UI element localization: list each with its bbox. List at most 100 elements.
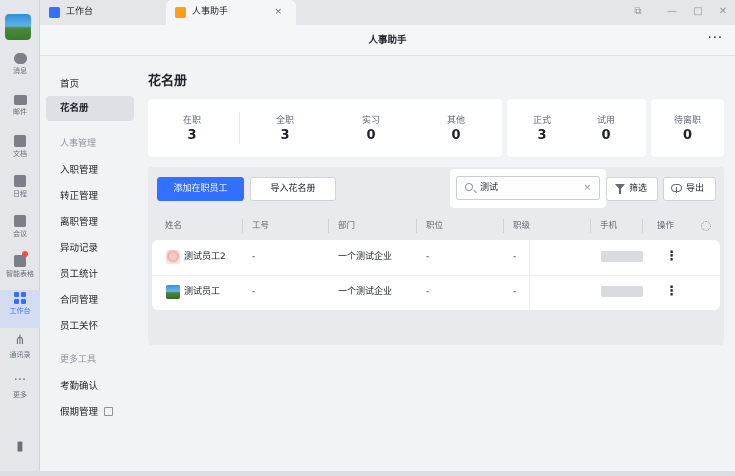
- col-divider: [328, 219, 329, 233]
- row-actions-kebab-icon[interactable]: ⋮: [665, 240, 678, 273]
- workbench-tab-icon: [49, 7, 60, 18]
- maximize-icon[interactable]: □: [687, 0, 709, 25]
- rail-item-meetings[interactable]: 会议: [0, 212, 40, 250]
- org-chart-icon: ⋔: [14, 333, 26, 348]
- add-employee-button[interactable]: 添加在职员工: [157, 177, 244, 201]
- rail-item-more[interactable]: ··· 更多: [0, 372, 40, 410]
- col-divider: [642, 219, 643, 233]
- more-options-icon[interactable]: ···: [708, 25, 723, 53]
- col-divider: [416, 219, 417, 233]
- stat-value: 0: [682, 128, 693, 143]
- cell-employee-id: -: [252, 252, 256, 262]
- cell-phone-redacted: [601, 286, 643, 297]
- user-avatar[interactable]: [5, 14, 31, 40]
- export-label: 导出: [686, 184, 705, 194]
- rail-item-mail[interactable]: 邮件: [0, 92, 40, 130]
- stat-value: 0: [451, 128, 461, 143]
- stat-pending-leave[interactable]: 待离职 0: [651, 99, 724, 157]
- col-level: 职级: [513, 221, 531, 231]
- rail-label: 邮件: [13, 108, 27, 116]
- filter-icon: [615, 184, 625, 194]
- rail-label: 文档: [13, 150, 27, 158]
- export-icon: [671, 184, 682, 193]
- employment-stats-card: 在职 3 全职 3 实习 0 其他 0: [148, 99, 502, 157]
- stat-probation[interactable]: 试用 0: [571, 99, 641, 157]
- col-divider: [503, 219, 504, 233]
- minimize-icon[interactable]: —: [661, 0, 683, 25]
- row-actions-kebab-icon[interactable]: ⋮: [665, 275, 678, 308]
- nav-contracts[interactable]: 合同管理: [46, 288, 134, 313]
- apps-bars-icon: ▮: [16, 439, 24, 454]
- rail-item-apps[interactable]: ▮: [0, 438, 40, 476]
- table-row[interactable]: 测试员工 - 一个测试企业 - - ⋮: [152, 275, 720, 310]
- nav-employee-care[interactable]: 员工关怀: [46, 314, 134, 339]
- rail-item-workbench[interactable]: 工作台: [0, 290, 40, 328]
- cell-level: -: [513, 287, 517, 297]
- cell-position: -: [426, 252, 430, 262]
- stat-other[interactable]: 其他 0: [412, 99, 500, 157]
- column-settings-gear-icon[interactable]: [701, 221, 711, 231]
- col-divider: [242, 219, 243, 233]
- stat-regular[interactable]: 正式 3: [507, 99, 577, 157]
- rail-item-contacts[interactable]: ⋔ 通讯录: [0, 332, 40, 370]
- rail-label: 智能表格: [6, 270, 34, 278]
- col-phone: 手机: [600, 221, 618, 231]
- clear-search-icon[interactable]: ×: [583, 177, 591, 199]
- nav-roster[interactable]: 花名册: [46, 96, 134, 121]
- close-tab-icon[interactable]: ×: [274, 0, 282, 25]
- rail-item-messages[interactable]: 消息: [0, 50, 40, 88]
- cell-name[interactable]: 测试员工2: [184, 240, 226, 275]
- document-icon: [14, 135, 26, 147]
- cell-level: -: [513, 252, 517, 262]
- close-window-icon[interactable]: ✕: [712, 0, 734, 25]
- rail-label: 会议: [13, 230, 27, 238]
- import-roster-button[interactable]: 导入花名册: [250, 177, 336, 201]
- app-rail: 消息 邮件 文档 日程 会议 智能表格 工作台 ⋔ 通讯录 ··· 更多 ▮: [0, 0, 40, 471]
- nav-attendance-confirm[interactable]: 考勤确认: [46, 374, 134, 399]
- col-divider: [590, 219, 591, 233]
- col-employee-id: 工号: [252, 221, 270, 231]
- tab-workbench[interactable]: 工作台: [40, 0, 166, 25]
- rail-item-calendar[interactable]: 日程: [0, 172, 40, 210]
- stat-active[interactable]: 在职 3: [148, 99, 236, 157]
- search-input[interactable]: 测试 ×: [456, 176, 600, 200]
- nav-label: 假期管理: [60, 407, 99, 418]
- nav-offboarding[interactable]: 离职管理: [46, 210, 134, 235]
- stat-intern[interactable]: 实习 0: [327, 99, 415, 157]
- filter-button[interactable]: 筛选: [606, 177, 658, 201]
- filter-label: 筛选: [629, 184, 648, 194]
- rail-label: 日程: [13, 190, 27, 198]
- nav-employee-stats[interactable]: 员工统计: [46, 262, 134, 287]
- stat-label: 试用: [596, 116, 615, 126]
- search-value: 测试: [480, 183, 499, 193]
- cell-name[interactable]: 测试员工: [184, 275, 220, 310]
- nav-onboarding[interactable]: 入职管理: [46, 158, 134, 183]
- pending-leave-stats-card: 待离职 0: [651, 99, 724, 157]
- page-title: 花名册: [148, 74, 188, 89]
- stat-fulltime[interactable]: 全职 3: [241, 99, 329, 157]
- stat-value: 0: [601, 128, 611, 143]
- tab-hr-assistant[interactable]: 人事助手 ×: [166, 0, 296, 25]
- nav-change-records[interactable]: 异动记录: [46, 236, 134, 261]
- rail-label: 更多: [13, 391, 27, 399]
- employee-avatar: [166, 250, 180, 264]
- window-titlebar: 工作台 人事助手 × ⧉ — □ ✕: [40, 0, 735, 25]
- nav-leave-management[interactable]: 假期管理: [46, 400, 134, 425]
- nav-home[interactable]: 首页: [46, 72, 134, 97]
- stat-label: 实习: [361, 116, 380, 126]
- restore-tab-icon[interactable]: ⧉: [627, 0, 649, 25]
- stat-label: 全职: [275, 116, 294, 126]
- rail-label: 通讯录: [9, 351, 31, 359]
- rail-item-smart-sheet[interactable]: 智能表格: [0, 251, 40, 290]
- export-button[interactable]: 导出: [663, 177, 716, 201]
- main-content: 首页 花名册 人事管理 入职管理 转正管理 离职管理 异动记录 员工统计 合同管…: [40, 56, 735, 471]
- rail-item-docs[interactable]: 文档: [0, 132, 40, 170]
- employee-avatar: [166, 285, 180, 299]
- stat-label: 待离职: [673, 116, 701, 126]
- cell-department: 一个测试企业: [338, 287, 393, 297]
- stat-value: 3: [187, 128, 197, 143]
- nav-regularization[interactable]: 转正管理: [46, 184, 134, 209]
- search-icon: [465, 183, 473, 191]
- tab-label: 人事助手: [192, 7, 229, 17]
- table-row[interactable]: 测试员工2 - 一个测试企业 - - ⋮: [152, 240, 720, 275]
